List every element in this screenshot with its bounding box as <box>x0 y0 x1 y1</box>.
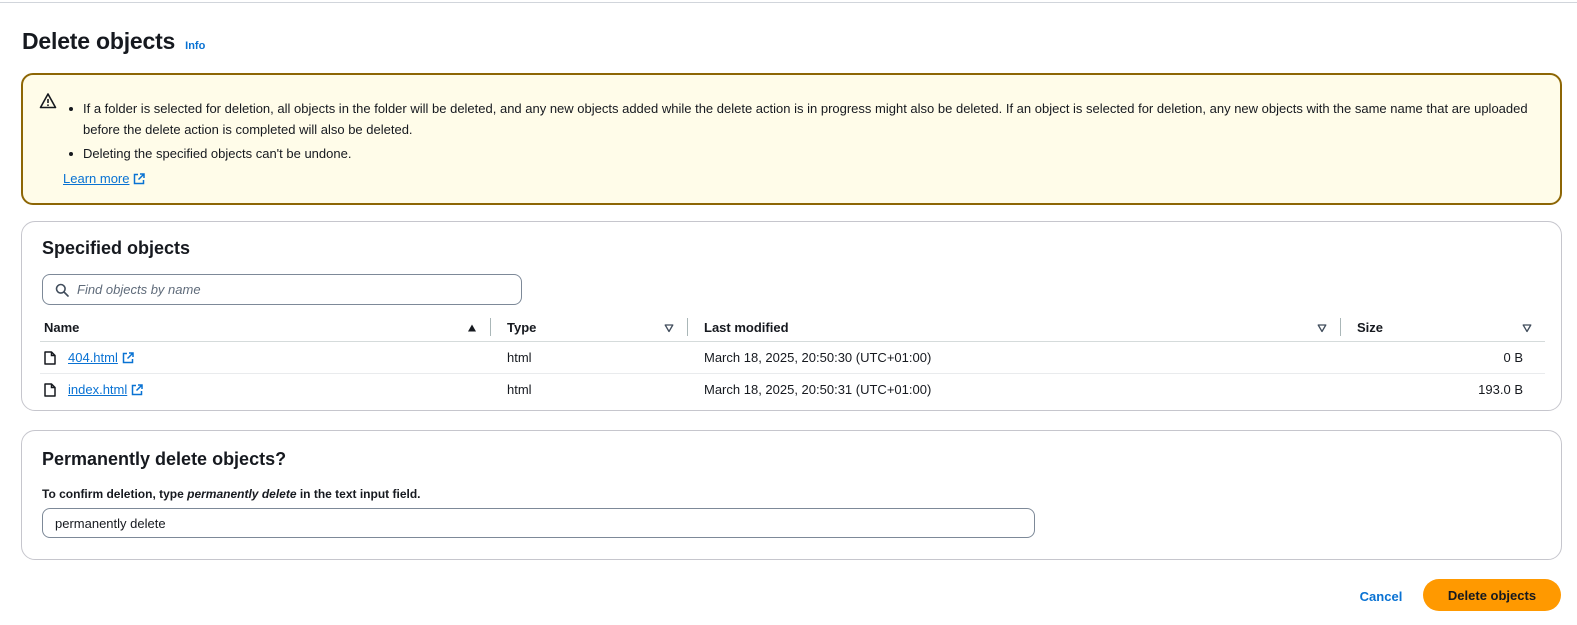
specified-objects-panel: Specified objects Name Type Last modifie… <box>21 221 1562 411</box>
column-header-last-modified[interactable]: Last modified <box>704 320 789 335</box>
confirm-label-suffix: in the text input field. <box>296 487 421 501</box>
external-link-icon <box>132 383 143 395</box>
object-type: html <box>507 382 532 397</box>
learn-more-link[interactable]: Learn more <box>63 171 146 186</box>
object-name: 404.html <box>68 350 118 365</box>
file-icon <box>44 351 56 365</box>
object-size: 0 B <box>1503 350 1523 365</box>
specified-objects-title: Specified objects <box>42 238 191 258</box>
table-row: 404.html html March 18, 2025, 20:50:30 (… <box>40 342 1545 374</box>
info-link[interactable]: Info <box>185 40 205 52</box>
object-size: 193.0 B <box>1478 382 1523 397</box>
table-header: Name Type Last modified Size <box>40 314 1545 342</box>
column-divider[interactable] <box>490 318 491 336</box>
confirm-label: To confirm deletion, type permanently de… <box>42 487 421 501</box>
sort-icon[interactable] <box>1317 323 1327 333</box>
page-title: Delete objects <box>22 28 176 54</box>
warning-alert: If a folder is selected for deletion, al… <box>21 73 1562 205</box>
learn-more-label: Learn more <box>63 171 130 186</box>
column-divider[interactable] <box>1340 318 1341 336</box>
sort-ascending-icon[interactable] <box>467 323 477 333</box>
top-divider <box>0 2 1577 3</box>
column-divider[interactable] <box>687 318 688 336</box>
confirm-label-emphasis: permanently delete <box>187 487 297 501</box>
sort-icon[interactable] <box>664 323 674 333</box>
search-icon <box>55 283 69 297</box>
column-header-type[interactable]: Type <box>507 320 536 335</box>
sort-icon[interactable] <box>1522 323 1532 333</box>
object-type: html <box>507 350 532 365</box>
objects-table: Name Type Last modified Size 404.html ht… <box>40 314 1545 406</box>
alert-message: Deleting the specified objects can't be … <box>67 143 1537 164</box>
object-link[interactable]: index.html <box>68 382 143 397</box>
permanent-delete-panel: Permanently delete objects? To confirm d… <box>21 430 1562 560</box>
page-header: Delete objects Info <box>22 28 205 55</box>
search-input[interactable] <box>77 282 497 297</box>
external-link-icon <box>134 172 146 184</box>
column-header-size[interactable]: Size <box>1357 320 1383 335</box>
table-row: index.html html March 18, 2025, 20:50:31… <box>40 374 1545 406</box>
alert-message: If a folder is selected for deletion, al… <box>67 98 1537 140</box>
delete-objects-button[interactable]: Delete objects <box>1423 579 1561 611</box>
object-last-modified: March 18, 2025, 20:50:31 (UTC+01:00) <box>704 382 932 397</box>
confirm-deletion-input[interactable] <box>42 508 1035 538</box>
permanent-delete-title: Permanently delete objects? <box>42 449 287 469</box>
warning-icon <box>39 93 57 109</box>
file-icon <box>44 383 56 397</box>
search-box[interactable] <box>42 274 522 305</box>
object-name: index.html <box>68 382 128 397</box>
alert-message-list: If a folder is selected for deletion, al… <box>67 98 1537 164</box>
column-header-name[interactable]: Name <box>44 320 79 335</box>
object-last-modified: March 18, 2025, 20:50:30 (UTC+01:00) <box>704 350 932 365</box>
external-link-icon <box>122 351 134 363</box>
object-link[interactable]: 404.html <box>68 350 134 365</box>
cancel-button[interactable]: Cancel <box>1348 585 1414 607</box>
confirm-label-prefix: To confirm deletion, type <box>42 487 188 501</box>
